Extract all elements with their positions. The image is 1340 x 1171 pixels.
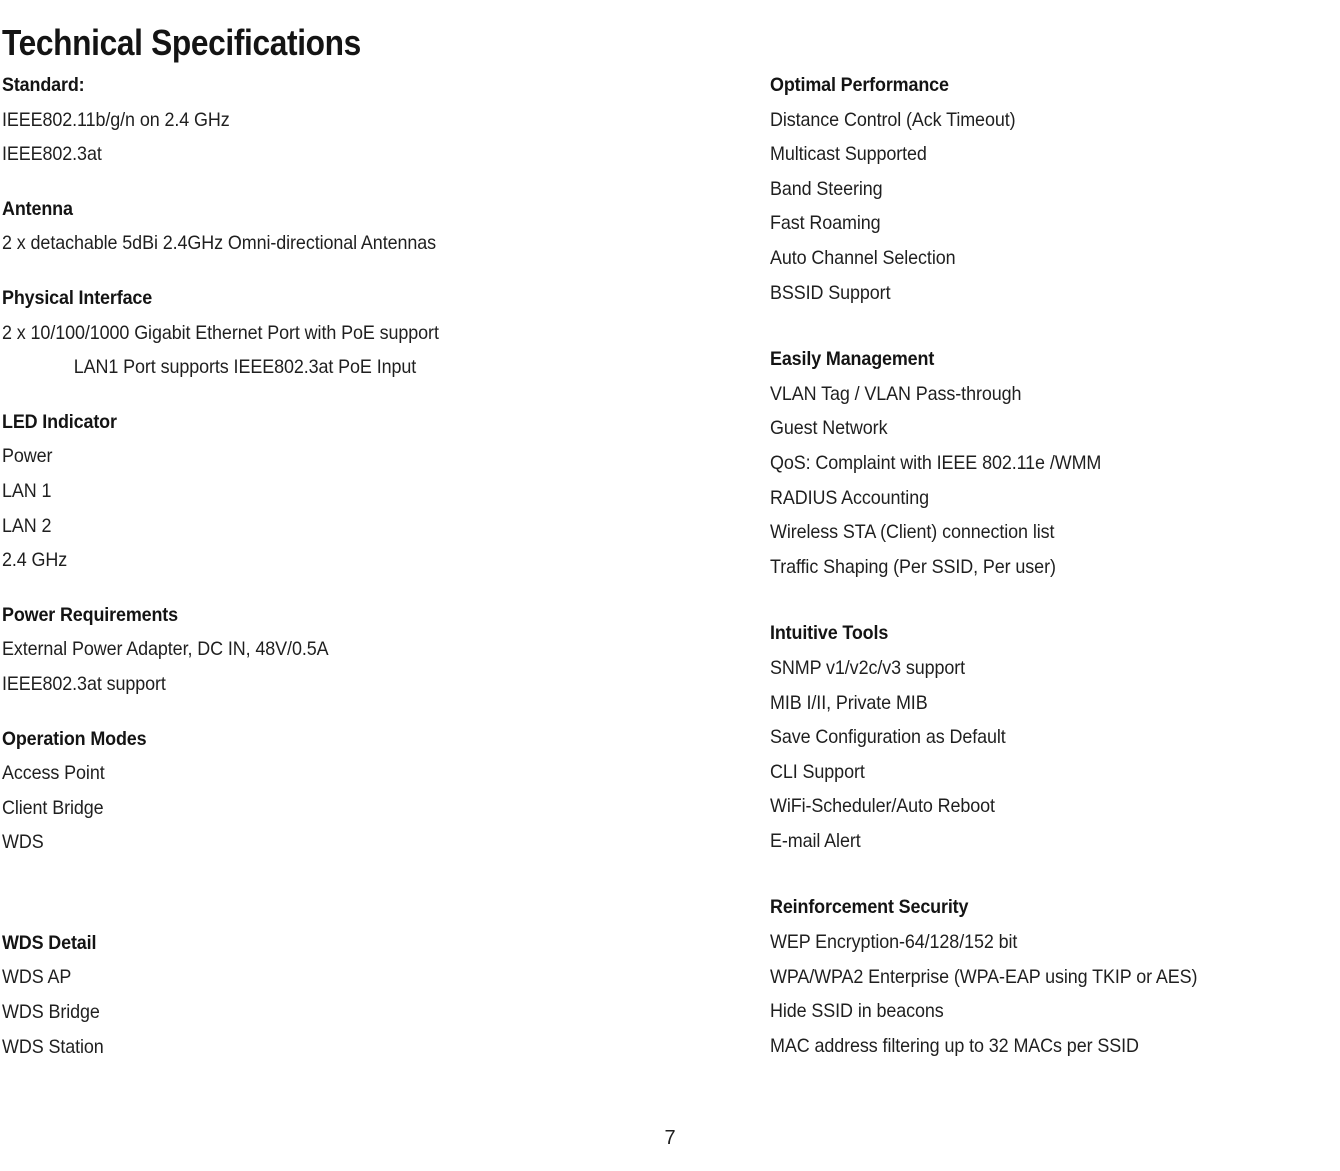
section-line: Auto Channel Selection bbox=[770, 246, 956, 269]
page-number: 7 bbox=[664, 1127, 676, 1149]
section-line: Multicast Supported bbox=[770, 143, 927, 166]
section-line: Fast Roaming bbox=[770, 212, 881, 235]
section-line: WDS Station bbox=[2, 1035, 104, 1058]
section-line: E-mail Alert bbox=[770, 829, 861, 852]
section-line: RADIUS Accounting bbox=[770, 486, 929, 509]
section-heading: Intuitive Tools bbox=[770, 622, 889, 645]
section-line: Traffic Shaping (Per SSID, Per user) bbox=[770, 555, 1056, 578]
spec-section: Easily Management VLAN Tag / VLAN Pass-th… bbox=[770, 342, 1340, 584]
spec-section: Standard: IEEE802.11b/g/n on 2.4 GHz IEEE8… bbox=[2, 68, 702, 172]
section-line: LAN1 Port supports IEEE802.3at PoE Input bbox=[73, 356, 417, 379]
section-line: Guest Network bbox=[770, 417, 888, 440]
section-line: CLI Support bbox=[770, 760, 865, 783]
spec-section: Intuitive Tools SNMP v1/v2c/v3 support MIB… bbox=[770, 616, 1340, 858]
section-heading: Reinforcement Security bbox=[770, 896, 969, 919]
section-line: WEP Encryption-64/128/152 bit bbox=[770, 931, 1018, 954]
section-line: LAN 1 bbox=[2, 479, 52, 502]
section-line: SNMP v1/v2c/v3 support bbox=[770, 656, 966, 679]
section-line: QoS: Complaint with IEEE 802.11e /WMM bbox=[770, 451, 1102, 474]
section-line: IEEE802.3at support bbox=[2, 672, 166, 695]
right-column: Optimal Performance Distance Control (Ack… bbox=[770, 68, 1340, 1063]
spec-section: WDS Detail WDS AP WDS Bridge WDS Station bbox=[2, 926, 702, 1064]
section-heading: Antenna bbox=[2, 197, 73, 220]
spec-section: LED Indicator Power LAN 1 LAN 2 2.4 GHz bbox=[2, 405, 702, 578]
section-line: WDS Bridge bbox=[2, 1001, 100, 1024]
spec-section: Physical Interface 2 x 10/100/1000 Gigabi… bbox=[2, 281, 702, 385]
section-line: 2 x detachable 5dBi 2.4GHz Omni-directio… bbox=[2, 232, 437, 255]
section-line: Hide SSID in beacons bbox=[770, 1000, 944, 1023]
specification-page: Technical Specifications Standard: IEEE80… bbox=[0, 0, 1340, 1171]
section-heading: Operation Modes bbox=[2, 727, 147, 750]
section-line: Access Point bbox=[2, 762, 105, 785]
section-heading: WDS Detail bbox=[2, 931, 97, 954]
section-line: WPA/WPA2 Enterprise (WPA-EAP using TKIP … bbox=[770, 965, 1198, 988]
section-line: Client Bridge bbox=[2, 796, 104, 819]
spec-section: Power Requirements External Power Adapter… bbox=[2, 598, 702, 702]
left-column: Standard: IEEE802.11b/g/n on 2.4 GHz IEEE8… bbox=[2, 68, 702, 1064]
section-heading: Easily Management bbox=[770, 348, 935, 371]
section-line: WiFi-Scheduler/Auto Reboot bbox=[770, 795, 995, 818]
section-line: IEEE802.3at bbox=[2, 143, 102, 166]
section-line: 2.4 GHz bbox=[2, 549, 68, 572]
section-heading: Physical Interface bbox=[2, 286, 153, 309]
section-heading: Standard: bbox=[2, 74, 85, 96]
spec-section: Operation Modes Access Point Client Bridge… bbox=[2, 722, 702, 860]
section-heading: Power Requirements bbox=[2, 603, 178, 626]
section-line: Distance Control (Ack Timeout) bbox=[770, 108, 1016, 131]
section-line: Wireless STA (Client) connection list bbox=[770, 521, 1055, 544]
section-heading: LED Indicator bbox=[2, 410, 117, 433]
page-title: Technical Specifications bbox=[2, 22, 361, 64]
section-line: Save Configuration as Default bbox=[770, 726, 1006, 749]
section-heading: Optimal Performance bbox=[770, 74, 949, 96]
section-line: LAN 2 bbox=[2, 514, 52, 537]
section-line: MAC address filtering up to 32 MACs per … bbox=[770, 1034, 1139, 1057]
section-line: MIB I/II, Private MIB bbox=[770, 691, 928, 714]
section-line: Band Steering bbox=[770, 177, 883, 200]
spec-section: Reinforcement Security WEP Encryption-64/… bbox=[770, 890, 1340, 1063]
section-line: External Power Adapter, DC IN, 48V/0.5A bbox=[2, 638, 329, 661]
spec-section: Antenna 2 x detachable 5dBi 2.4GHz Omni-d… bbox=[2, 192, 702, 261]
section-line: WDS bbox=[2, 831, 44, 854]
section-line: IEEE802.11b/g/n on 2.4 GHz bbox=[2, 108, 230, 131]
section-line: WDS AP bbox=[2, 966, 72, 989]
section-line: VLAN Tag / VLAN Pass-through bbox=[770, 382, 1022, 405]
section-line: 2 x 10/100/1000 Gigabit Ethernet Port wi… bbox=[2, 321, 439, 344]
spec-section: Optimal Performance Distance Control (Ack… bbox=[770, 68, 1340, 310]
section-line: Power bbox=[2, 445, 53, 468]
section-line: BSSID Support bbox=[770, 281, 891, 304]
